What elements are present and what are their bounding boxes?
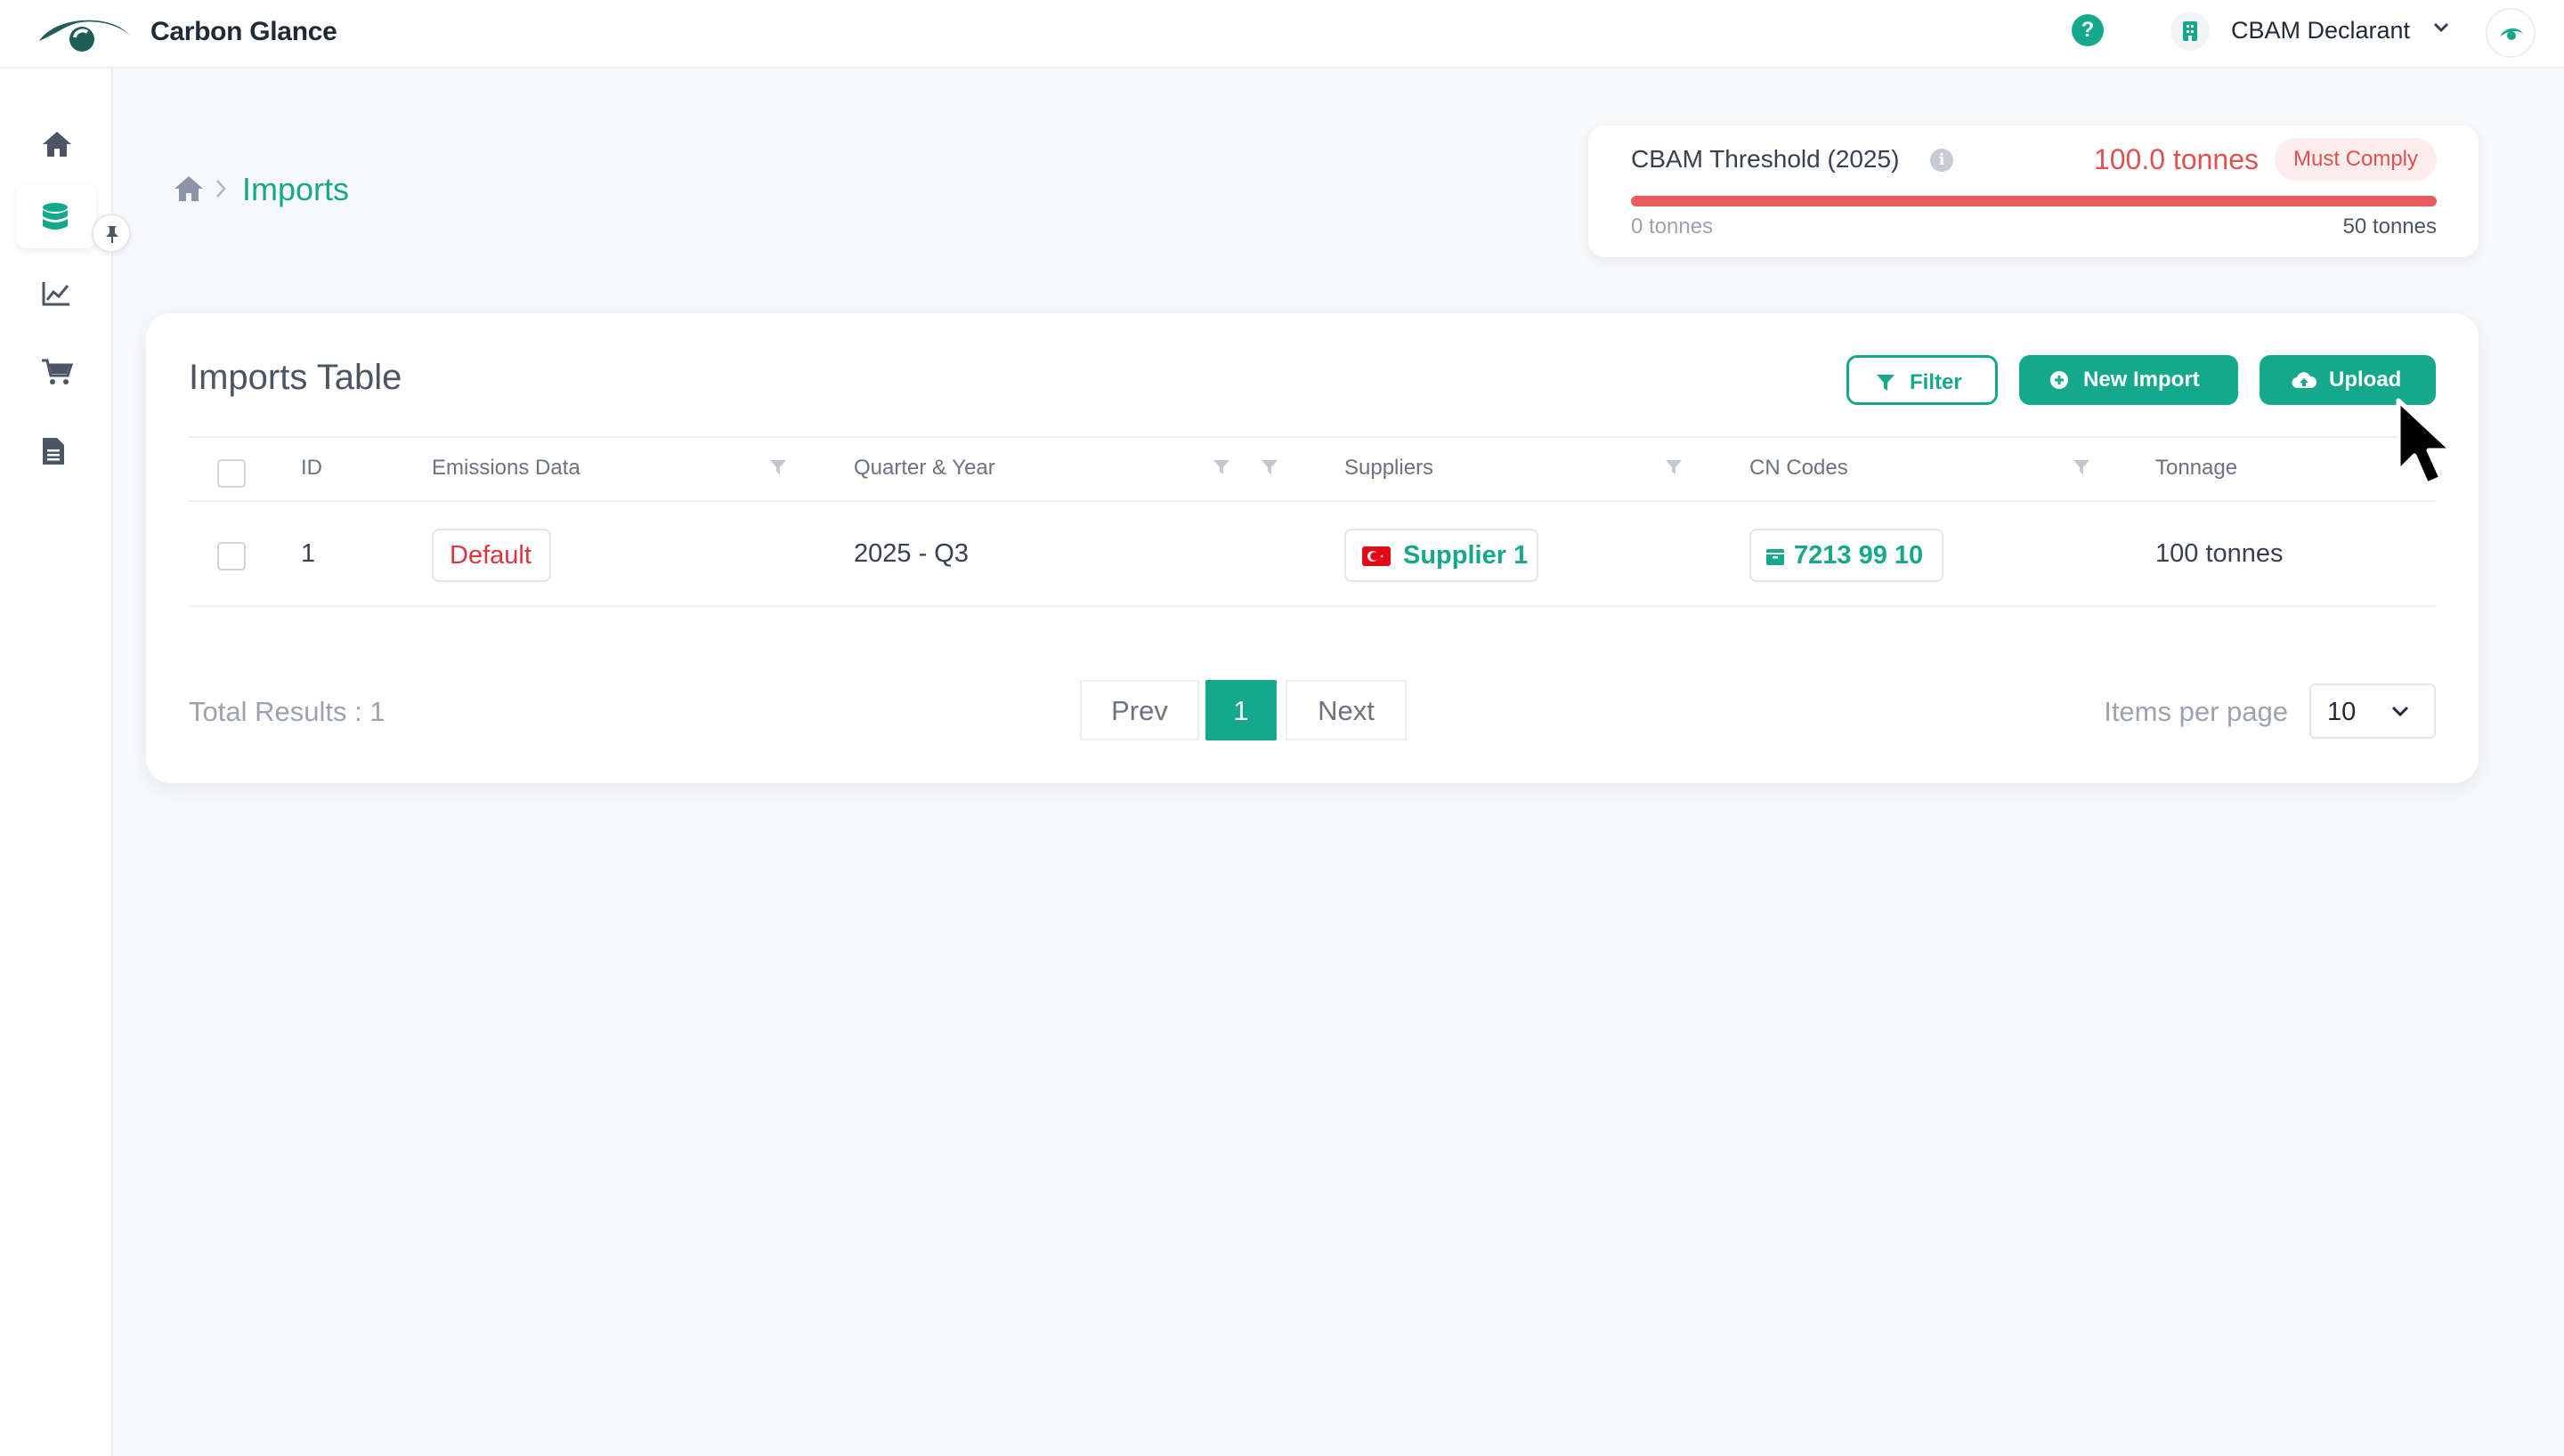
sidebar-item-database[interactable] [16,184,96,248]
cn-code-label: 7213 99 10 [1794,541,1924,570]
sidebar-item-documents[interactable] [16,418,96,482]
building-icon [2170,12,2210,51]
sidebar-item-analytics[interactable] [16,263,96,327]
emissions-default-label: Default [450,541,531,570]
cell-quarter: 2025 - Q3 [854,539,969,568]
home-icon [43,132,71,157]
document-icon [43,438,64,465]
supplier-label: Supplier 1 [1403,541,1529,570]
select-all-checkbox[interactable] [217,459,246,488]
column-header-quarter[interactable]: Quarter & Year [854,456,995,481]
box-icon [1766,549,1784,565]
question-circle-icon[interactable]: ? [2072,14,2104,46]
upload-label: Upload [2329,368,2402,392]
table-header: ID Emissions Data Quarter & Year Supplie… [189,436,2436,502]
account-button[interactable] [2486,8,2536,58]
cloud-upload-icon [2292,372,2317,389]
threshold-card: CBAM Threshold (2025) i 100.0 tonnes Mus… [1588,125,2479,257]
column-header-emissions[interactable]: Emissions Data [432,456,580,481]
filter-icon [1877,375,1895,391]
brand-name: Carbon Glance [150,17,337,46]
cn-code-chip[interactable]: 7213 99 10 [1749,529,1943,582]
chevron-down-icon [2433,22,2449,33]
emissions-default-chip[interactable]: Default [432,529,551,582]
user-name: CBAM Declarant [2231,17,2411,44]
cell-tonnage: 100 tonnes [2155,539,2284,568]
column-filter-icon[interactable] [1261,459,1278,475]
top-bar: Carbon Glance ? CBAM Declarant [0,0,2564,69]
table-row[interactable]: 1 Default 2025 - Q3 Supplier 1 7213 99 1… [189,502,2436,607]
threshold-progress-fill [1631,196,2437,206]
column-header-suppliers[interactable]: Suppliers [1344,456,1433,481]
column-header-cn-codes[interactable]: CN Codes [1749,456,1848,481]
logo-eye-icon[interactable] [36,11,134,55]
items-per-page-label: Items per page [2104,696,2288,727]
plus-circle-icon [2050,371,2068,389]
chevron-down-icon [2391,706,2409,717]
home-icon[interactable] [173,174,205,203]
column-header-tonnage[interactable]: Tonnage [2155,456,2237,481]
user-menu[interactable]: CBAM Declarant [2170,9,2455,53]
threshold-value: 100.0 tonnes [2093,143,2259,175]
eye-logo-icon [2500,28,2523,40]
threshold-min-label: 0 tonnes [1631,214,1714,239]
turkey-flag-icon [1362,546,1391,566]
column-header-id[interactable]: ID [301,456,322,481]
new-import-button[interactable]: New Import [2019,355,2238,405]
breadcrumb-current: Imports [242,171,350,207]
filter-button[interactable]: Filter [1846,355,1998,405]
imports-table-card: Imports Table Filter New Import Upload I… [146,313,2479,783]
new-import-label: New Import [2083,368,2200,392]
sidebar-item-cart[interactable] [16,340,96,404]
status-badge: Must Comply [2275,138,2437,181]
column-filter-icon[interactable] [769,459,787,475]
database-icon [43,203,68,230]
items-per-page-value: 10 [2327,698,2357,726]
chart-line-icon [42,282,69,306]
supplier-chip[interactable]: Supplier 1 [1344,529,1538,582]
pin-icon [106,226,118,243]
row-checkbox[interactable] [217,542,246,570]
column-filter-icon[interactable] [2073,459,2090,475]
mouse-cursor-icon [2396,398,2454,487]
cart-icon [42,359,73,384]
table-title: Imports Table [189,358,402,397]
pin-sidebar-button[interactable] [92,214,131,253]
column-filter-icon[interactable] [1213,459,1230,475]
column-filter-icon[interactable] [1665,459,1683,475]
sidebar-item-home[interactable] [16,112,96,176]
cell-id: 1 [301,539,316,568]
threshold-progress-bar [1631,196,2437,206]
items-per-page-select[interactable]: 10 [2309,684,2436,739]
chevron-right-icon [216,180,226,198]
filter-label: Filter [1910,370,1962,394]
threshold-max-label: 50 tonnes [2342,214,2437,239]
